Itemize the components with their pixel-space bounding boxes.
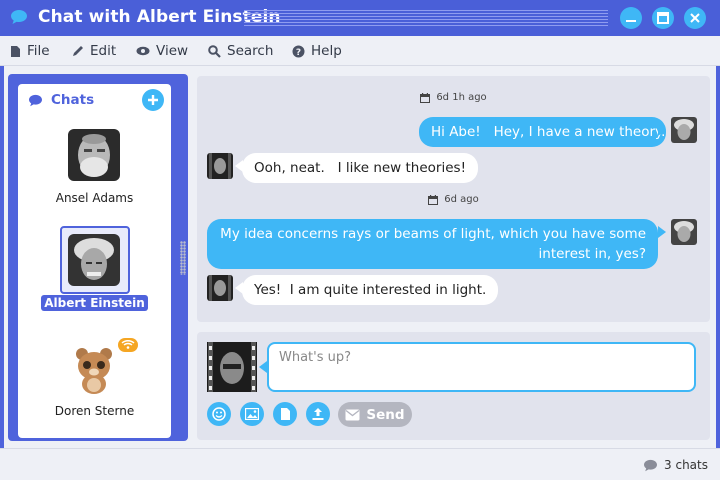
contact-name: Albert Einstein (18, 295, 171, 311)
minimize-icon (626, 20, 636, 22)
menu-view[interactable]: View (136, 42, 188, 60)
message-outgoing[interactable]: Hi Abe! Hey, I have a new theory. (419, 117, 666, 147)
document-button[interactable] (273, 402, 297, 426)
send-button-label: Send (366, 406, 405, 423)
input-tail (259, 361, 267, 373)
main-area: Chats Ansel Adams Albert Einstein Doren … (4, 66, 716, 448)
close-icon (690, 13, 700, 23)
contact-albert-einstein[interactable]: Albert Einstein (18, 226, 171, 324)
avatar (68, 338, 138, 394)
contact-name: Ansel Adams (55, 191, 134, 205)
avatar (68, 234, 120, 286)
contact-name-label: Albert Einstein (41, 295, 148, 311)
emoji-button[interactable] (207, 402, 231, 426)
menu-edit-label: Edit (90, 43, 117, 59)
my-avatar-einstein (671, 117, 697, 143)
title-drag-grip[interactable] (244, 10, 608, 26)
image-icon (245, 408, 259, 420)
status-bar: 3 chats (0, 448, 720, 480)
upload-button[interactable] (306, 402, 330, 426)
timestamp-label: 6d 1h ago (436, 92, 487, 103)
help-icon: ? (292, 45, 305, 58)
chat-count: 3 chats (643, 458, 708, 472)
chat-count-label: 3 chats (664, 458, 708, 472)
menu-bar: File Edit View Search ? Help (0, 36, 720, 66)
contact-name: Doren Sterne (54, 404, 135, 418)
eye-icon (136, 46, 150, 56)
avatar (68, 129, 120, 181)
conversation-panel[interactable]: 6d 1h ago Hi Abe! Hey, I have a new theo… (197, 76, 710, 322)
message-text: Hi Abe! Hey, I have a new theory. (431, 124, 666, 140)
menu-view-label: View (156, 43, 189, 59)
contact-avatar (207, 275, 233, 301)
menu-search-label: Search (227, 43, 274, 59)
menu-search[interactable]: Search (208, 42, 273, 60)
timestamp: 6d 1h ago (197, 92, 710, 103)
panel-splitter[interactable] (180, 241, 186, 275)
menu-help[interactable]: ? Help (292, 42, 342, 60)
pencil-icon (73, 46, 83, 56)
plus-icon (148, 95, 158, 105)
chats-header-label: Chats (51, 92, 95, 108)
my-avatar (207, 342, 257, 392)
contact-ansel-adams[interactable]: Ansel Adams (18, 129, 171, 219)
my-avatar-einstein (671, 219, 697, 245)
emoji-icon (212, 407, 226, 421)
svg-text:?: ? (296, 48, 301, 58)
message-text: Yes! I am quite interested in light. (254, 282, 487, 298)
calendar-icon (428, 194, 439, 205)
message-incoming[interactable]: Ooh, neat. I like new theories! (242, 153, 478, 183)
upload-icon (312, 408, 324, 420)
close-button[interactable] (684, 7, 706, 29)
menu-edit[interactable]: Edit (72, 42, 116, 60)
file-icon (11, 45, 20, 57)
send-button[interactable]: Send (338, 402, 412, 427)
document-icon (280, 408, 290, 420)
chats-list: Chats Ansel Adams Albert Einstein Doren … (18, 84, 171, 438)
add-chat-button[interactable] (142, 89, 164, 111)
envelope-icon (345, 409, 360, 420)
chat-bubble-icon (11, 10, 27, 24)
contact-doren-sterne[interactable]: Doren Sterne (18, 338, 171, 432)
image-button[interactable] (240, 402, 264, 426)
message-text: Ooh, neat. I like new theories! (254, 160, 466, 176)
minimize-button[interactable] (620, 7, 642, 29)
title-bar[interactable]: Chat with Albert Einstein (0, 0, 720, 36)
search-icon (208, 44, 221, 58)
message-outgoing[interactable]: My idea concerns rays or beams of light,… (207, 219, 658, 269)
menu-file-label: File (27, 43, 50, 59)
message-incoming[interactable]: Yes! I am quite interested in light. (242, 275, 499, 305)
chat-bubble-icon (644, 459, 658, 471)
maximize-icon (657, 12, 669, 24)
wifi-icon (118, 338, 138, 352)
message-text: My idea concerns rays or beams of light,… (220, 226, 646, 262)
chats-header: Chats (28, 92, 94, 108)
message-input[interactable] (267, 342, 696, 392)
contact-avatar (207, 153, 233, 179)
menu-help-label: Help (311, 43, 342, 59)
chat-bubble-icon (29, 94, 42, 106)
timestamp-label: 6d ago (444, 194, 479, 205)
compose-panel: Send (197, 332, 710, 440)
menu-file[interactable]: File (10, 42, 50, 60)
maximize-button[interactable] (652, 7, 674, 29)
calendar-icon (420, 92, 431, 103)
timestamp: 6d ago (197, 194, 710, 205)
chats-sidebar: Chats Ansel Adams Albert Einstein Doren … (8, 74, 188, 441)
bubble-tail (658, 226, 666, 238)
bubble-tail (658, 124, 666, 136)
